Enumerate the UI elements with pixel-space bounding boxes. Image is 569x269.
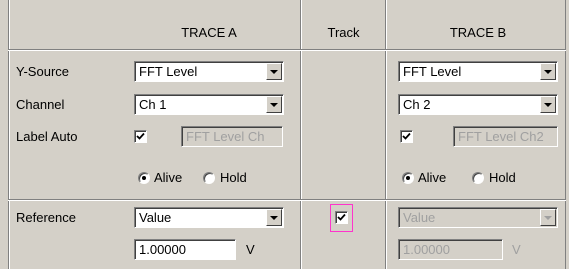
trace-b-hold-label: Hold [489,170,516,185]
checkmark-icon [136,132,145,140]
chevron-down-icon [544,216,552,220]
trace-a-hold-label: Hold [220,170,247,185]
label-label-auto: Label Auto [16,129,78,144]
trace-b-y-source-dropdown-button[interactable] [540,63,556,80]
trace-b-reference-value: Value [403,210,436,225]
trace-a-y-source-select[interactable]: FFT Level [134,61,284,82]
chevron-down-icon [270,70,278,74]
trace-a-alive-label: Alive [154,170,183,185]
trace-b-alive-radio[interactable] [402,172,414,184]
label-channel: Channel [16,97,65,112]
trace-a-reference-number: 1.00000 [139,242,186,257]
trace-b-reference-unit: V [512,242,521,257]
trace-b-channel-dropdown-button[interactable] [540,96,556,113]
trace-a-y-source-dropdown-button[interactable] [266,63,282,80]
trace-b-channel-select[interactable]: Ch 2 [398,94,558,115]
radio-dot-icon [142,176,146,180]
header-separator-light [8,50,566,51]
trace-b-label-auto-checkbox[interactable] [400,130,413,143]
trace-b-label-value: FFT Level Ch2 [458,129,544,144]
trace-b-channel-value: Ch 2 [403,97,431,112]
trace-a-y-source-value: FFT Level [139,64,198,79]
trace-b-y-source-select[interactable]: FFT Level [398,61,558,82]
trace-a-label-field[interactable]: FFT Level Ch [181,126,283,147]
trace-b-hold-radio[interactable] [472,172,484,184]
trace-b-reference-number: 1.00000 [403,242,450,257]
chevron-down-icon [270,103,278,107]
trace-a-label-value: FFT Level Ch [186,129,265,144]
checkmark-icon [402,132,411,140]
chevron-down-icon [544,70,552,74]
trace-a-reference-unit: V [246,242,255,257]
chevron-down-icon [544,103,552,107]
trace-b-y-source-value: FFT Level [403,64,462,79]
label-y-source: Y-Source [16,64,69,79]
left-border-light [9,0,10,269]
header-trace-a: TRACE A [181,25,237,40]
trace-a-alive-radio[interactable] [138,172,150,184]
label-reference: Reference [16,210,76,225]
chevron-down-icon [270,216,278,220]
trace-a-channel-select[interactable]: Ch 1 [134,94,284,115]
trace-a-reference-dropdown-button[interactable] [266,209,282,226]
header-track: Track [327,25,360,40]
trace-b-reference-dropdown-button[interactable] [540,209,556,226]
trace-b-label-field[interactable]: FFT Level Ch2 [453,126,558,147]
trace-b-reference-select[interactable]: Value [398,207,558,228]
header-trace-b: TRACE B [449,25,507,40]
divider-track-b-light [386,0,387,269]
radio-dot-icon [406,176,410,180]
trace-a-hold-radio[interactable] [203,172,215,184]
trace-a-reference-value: Value [139,210,172,225]
trace-b-alive-label: Alive [418,170,447,185]
divider-a-track-light [301,0,302,269]
track-checkbox-focus-highlight [330,204,353,232]
trace-a-reference-select[interactable]: Value [134,207,284,228]
right-border [565,0,566,269]
reference-separator-light [8,200,566,201]
trace-a-label-auto-checkbox[interactable] [134,130,147,143]
trace-a-channel-dropdown-button[interactable] [266,96,282,113]
trace-a-reference-value-field[interactable]: 1.00000 [134,239,236,260]
trace-b-reference-value-field[interactable]: 1.00000 [398,239,503,260]
trace-a-channel-value: Ch 1 [139,97,167,112]
